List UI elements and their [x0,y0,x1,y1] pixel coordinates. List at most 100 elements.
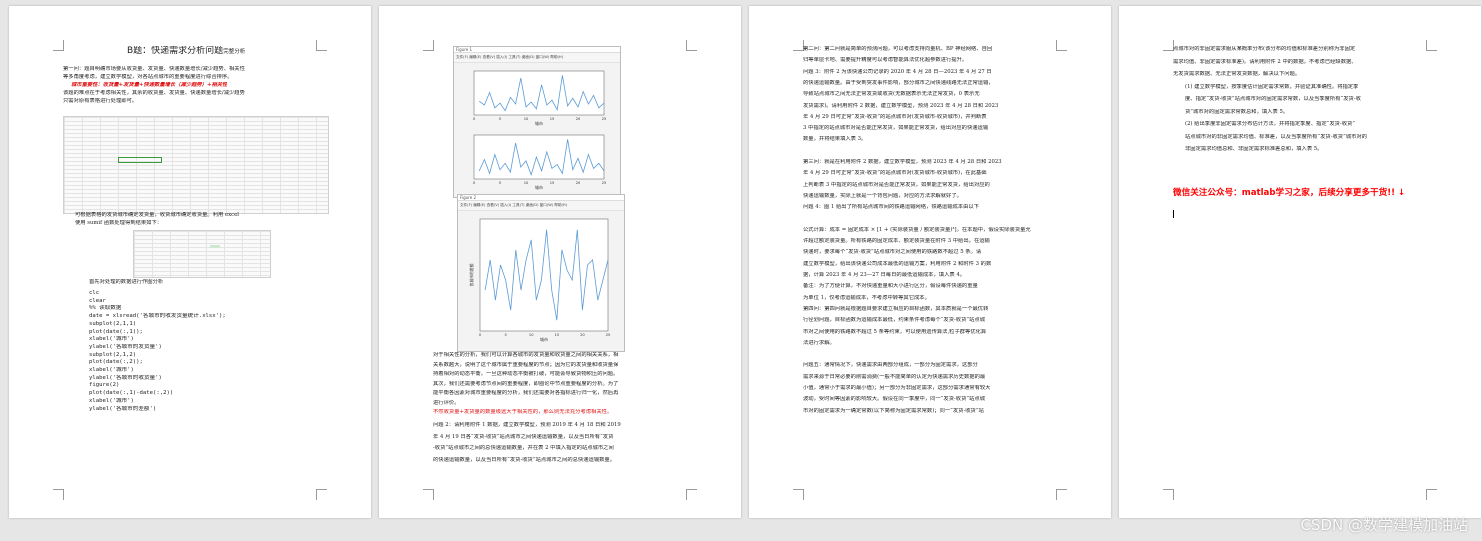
margin-corner [53,489,64,500]
code-line: xlabel('城市') [89,367,134,373]
text-line: 数量，并将结果填入表 3。 [803,136,867,143]
code-line: plot(date(:,2)); [89,359,143,366]
margin-corner [1056,489,1067,500]
text-line: 可根据表格的发货城市确定发货量，收货城市确定收货量。利用 excel [75,212,239,218]
text-line: 年 4 月 29 日可正常“发货-收货”的站点城市对(发货城市-收货城市)，并判… [803,113,987,120]
text-line: 导致站点城市之间无法正常发货或收货(无数据表示无法正常发货，0 表示无 [803,91,980,98]
code-line: date = xlsread('各城市的收发货量统计.xlsx'); [89,313,226,320]
x-tick-label: 5 [504,333,506,337]
x-tick-label: 15 [550,117,555,121]
margin-corner [686,40,697,51]
text-line: 许超过额定装货量。所有铁路的固定成本、额定装货量在附件 3 中给出。在运输 [803,238,990,245]
code-line: clear [89,297,106,304]
text-line: 市对之间使用的铁路数不超过 5 条等约束，可以使用遗传算法,粒子群等优化算 [803,328,987,335]
text-line: 站点城市对的非固定需求均值、标准差，以及当季度所有“发货-收货”城市对的 [1185,133,1368,140]
x-tick-label: 25 [602,117,607,121]
figure-menubar: 文件(F) 编辑(E) 查看(V) 插入(I) 工具(T) 桌面(D) 窗口(W… [454,53,620,63]
text-line: 快递时，要求每个“发货-收货”站点城市对之间使用的铁路数不超过 5 条。请 [803,249,982,256]
text-line: 备注：为了方便计算，不对快递重量和大小进行区分，假设每件快递的重量 [803,283,978,290]
x-tick-label: 10 [524,181,529,185]
document-page-3: 第二问：第二问就是简单的预测问题，可以考虑支持向量机、BP 神经网络、自回 归等单… [749,6,1111,518]
margin-corner [316,40,327,51]
code-line: ylabel('各城市的发货量') [89,343,162,350]
text-line: 建立数学模型，给出该快递公司成本最低的运输方案，利用附件 2 和附件 3 的数 [803,260,992,267]
text-line: 第一问：题目明确市场要从收货量、发货量、快递数量增长/减少趋势、相关性 [63,66,245,72]
text-line: (2) 给出季度非固定需求分布估计方法，并将指定季度、指定“发货-收货” [1185,121,1356,127]
text-line: 发货需求)。请利用附件 2 数据，建立数学模型，预测 2023 年 4 月 28… [803,102,999,109]
text-line: 小值，通常小于需求的最小值)；另一部分为非固定需求，这部分需求通常有较大 [803,385,991,391]
matlab-figure-window-2: Figure 2 文件(F) 编辑(E) 查看(V) 插入(I) 工具(T) 桌… [457,194,625,352]
selected-cell [118,157,162,163]
plot-axes [473,70,605,116]
x-tick-label: 20 [580,333,585,337]
text-line: 据，计算 2023 年 4 月 23—27 日每日的最低运输成本，填入表 4。 [803,272,966,278]
text-line: 度、指定“发货-收货”站点城市对的固定需求常数，以及当季度所有“发货-收 [1185,96,1361,102]
code-line: xlabel('城市') [89,336,134,343]
margin-corner [1056,40,1067,51]
text-cursor[interactable] [1173,210,1174,218]
result-table-image [133,230,271,278]
document-title: B题：快递需求分析问题完整分析 [127,46,246,56]
subplot-chart: 0 5 10 15 20 25 城市 0 5 10 15 20 25 城市 [473,70,607,190]
margin-corner [53,40,64,51]
text-line: 其次，我们还需要考虑节点间的重要程度，即圈论中节点重要程度的分析。为了 [433,380,619,387]
text-line: 货”城市对的固定需求常数总和，填入表 5。 [1185,108,1289,115]
code-line: plot(date(:,1)-date(:,2)) [89,390,174,397]
text-line: 需求均值、非固定需求标准差)。请利用附件 2 中的数据，不考虑已经缺数据、 [1173,58,1357,65]
text-line: 问题 2：请利用附件 1 数据，建立数学模型，预测 2019 年 4 月 18 … [433,422,621,428]
x-tick-label: 25 [602,181,607,185]
margin-corner [316,489,327,500]
text-line: 需求来源于日常必要的刚需消费(一般不能简单的认定为快递需求历史数据的最 [803,373,986,380]
text-line: 问题 4：图 1 给出了所有站点城市间的铁路运输网络，铁路运输成本由以下 [803,204,979,211]
text-line: 法进行求解。 [803,339,835,346]
x-tick-label: 5 [499,181,501,185]
text-line: 快递运输数量，实际上就是一个背包问题，对应的方法求解就好了。 [803,192,962,199]
text-line: 上判断表 3 中指定的站点城市对是否能正常发货，如果能正常发货，给出对应的 [803,181,990,188]
code-line: clc [89,290,100,296]
x-tick-label: 10 [524,117,529,121]
x-tick-label: 0 [479,333,482,337]
text-line: 第二问：第二问就是简单的预测问题，可以考虑支持向量机、BP 神经网络、自回 [803,46,993,52]
text-line: 归等单层卡地、需要提升精度可以考虑智能算法优化超参数进行提升。 [803,57,968,64]
text-line: -收货”站点城市之间的总快递运输数量，并在表 2 中填入指定的站点城市之间 [433,445,614,451]
code-line: ylabel('各城市的收货量') [89,374,162,381]
highlight-line: 城市重要性：收货量+发货量+快递数量增长（减少趋势）+相关性 [71,82,228,88]
text-line: 问题五：通常情况下，快递需求由两部分组成，一部分为固定需求，这部分 [803,362,978,369]
text-line: 该题的难点在于考虑相关性，其余的收货量、发货量、快递数量增长/减少趋势 [63,90,245,96]
text-line: 年 4 月 29 日可正常“发货-收货”的站点城市对(发货城市-收货城市)，在此… [803,170,987,177]
margin-corner [1426,40,1437,51]
text-line: 对于相关性的分析，我们可以计算各城市的发货量和收货量之间的相关关系，相 [433,352,619,358]
difference-chart: 0 5 10 15 20 25 城市 各城市的差额 [469,218,610,342]
code-line: figure(2) [89,382,120,389]
x-tick-label: 20 [576,117,581,121]
text-line: 问题 3：附件 2 为该快递公司记录的 2020 年 4 月 28 日—2023… [803,68,992,75]
x-tick-label: 20 [576,181,581,185]
x-tick-label: 15 [550,181,555,185]
text-line: (1) 建立数学模型，按季度估计固定需求常数，并验证其准确性。将指定季 [1185,83,1359,90]
document-page-1: B题：快递需求分析问题完整分析 第一问：题目明确市场要从收货量、发货量、快递数量… [9,6,371,518]
code-line: ylabel('各城市的差额') [89,405,157,412]
code-line: subplot(2,1,2) [89,351,137,358]
text-line: 的快递运输数量。由于受到突发事件影响，部分城市之间快递线路无法正常运输， [803,79,994,86]
x-axis-label: 城市 [535,184,543,190]
text-line: 使用 sumif 函数处理得到结果如下： [75,220,163,226]
text-line: 等多角度考虑，建立数学模型，对各站点城市的重要程度进行综合排序。 [63,73,233,80]
text-line: 波动，受时间等因素的影响较大。假设在同一季度中，同一“发货-收货”站点城 [803,396,986,403]
highlight-line: 不然收货量+发货量的数量级远大于相关性的，那么则无法充分考虑相关性。 [433,409,613,415]
x-tick-label: 15 [555,333,560,337]
text-line: 第四问：第四问就是根据题目要求建立相应的目标函数，其本质就是一个最优转 [803,305,989,312]
figure-menubar: 文件(F) 编辑(E) 查看(V) 插入(I) 工具(T) 桌面(D) 窗口(W… [458,201,624,211]
margin-corner [423,489,434,500]
code-line: plot(date(:,1)); [89,328,143,335]
text-line: 关系数越大，说明了这个城市属于重要程度的节点；因为它的发货量和收货量保 [433,361,619,368]
margin-corner [686,489,697,500]
margin-corner [1163,489,1174,500]
text-line: 3 中指定的站点城市对是否能正常发货，如果能正常发货，给出对应的快递运输 [803,125,989,132]
matlab-figure-window-1: Figure 1 文件(F) 编辑(E) 查看(V) 插入(I) 工具(T) 桌… [453,46,621,198]
margin-corner [423,40,434,51]
x-tick-label: 10 [529,333,534,337]
plot-axes [473,134,605,180]
text-line: 点城市对的非固定需求服从某概率分布(该分布的均值和标准差分别称为非固定 [1173,46,1356,52]
text-line: 为单位 1，仅考虑运输成本，不考虑中转等其它成本。 [803,294,930,301]
x-axis-label: 城市 [540,336,548,342]
